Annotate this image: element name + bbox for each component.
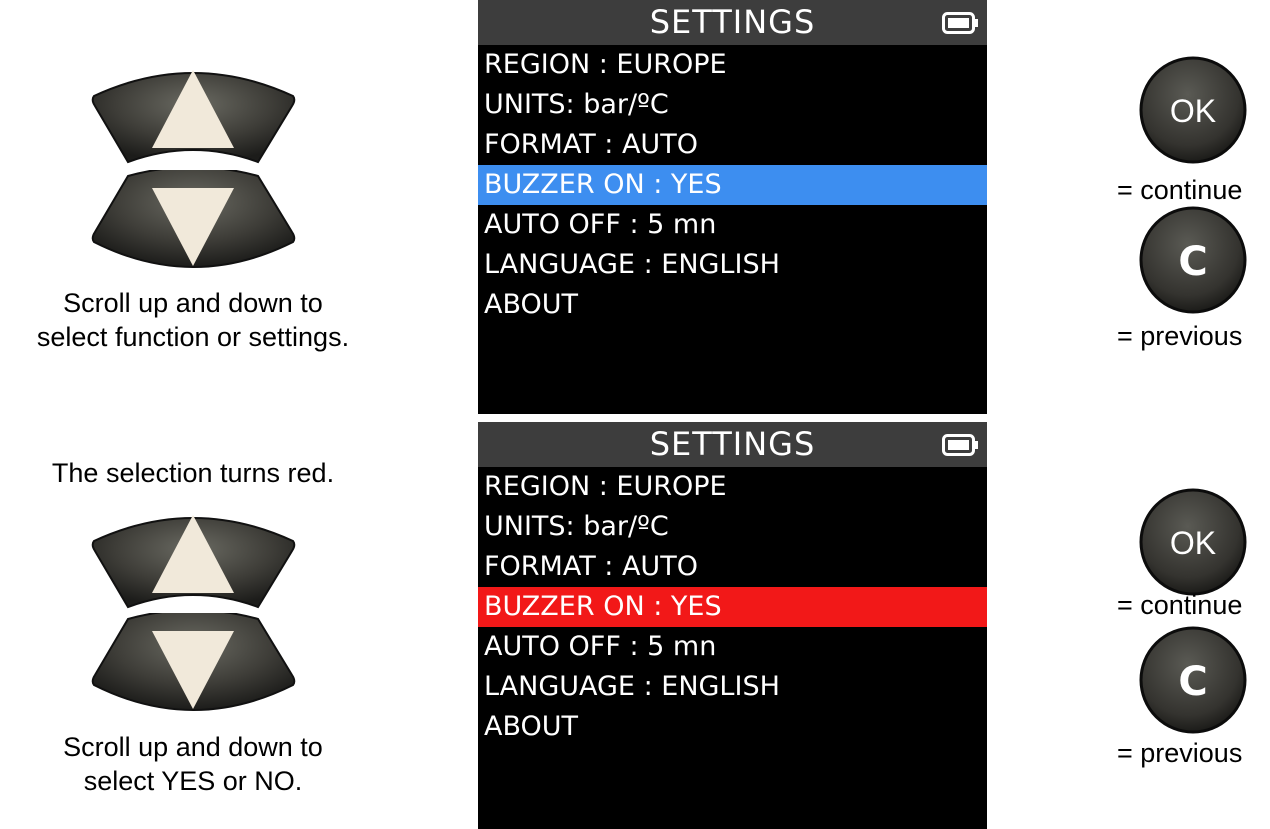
up-arrow-key-top[interactable] (86, 58, 301, 168)
ok-key-icon: OK (1139, 56, 1247, 164)
step1-caption: Scroll up and down to select function or… (0, 286, 386, 354)
up-arrow-key-icon (91, 515, 296, 609)
menu-item[interactable]: LANGUAGE : ENGLISH (478, 245, 987, 285)
menu-item[interactable]: AUTO OFF : 5 mn (478, 205, 987, 245)
menu-item[interactable]: REGION : EUROPE (478, 45, 987, 85)
ok-key-icon: OK (1139, 488, 1247, 596)
menu-item[interactable]: UNITS: bar/ºC (478, 507, 987, 547)
down-arrow-key-bottom[interactable] (86, 613, 301, 725)
previous-label-top: = previous (1117, 321, 1243, 351)
battery-full-icon (942, 12, 978, 34)
previous-label-bottom: = previous (1117, 738, 1243, 768)
screen-title: SETTINGS (649, 425, 816, 463)
c-key-icon: C (1139, 206, 1247, 314)
menu-item[interactable]: ABOUT (478, 707, 987, 747)
svg-text:OK: OK (1170, 93, 1216, 129)
menu-item-selected[interactable]: BUZZER ON : YES (478, 587, 987, 627)
c-key-icon: C (1139, 626, 1247, 734)
down-arrow-key-icon (91, 613, 296, 711)
menu-item[interactable]: LANGUAGE : ENGLISH (478, 667, 987, 707)
ok-key-top[interactable]: OK (1138, 55, 1248, 165)
continue-label-bottom: = continue (1117, 590, 1243, 620)
step2-caption-line1: Scroll up and down to (63, 732, 323, 762)
step1-caption-line1: Scroll up and down to (63, 288, 323, 318)
down-arrow-key-icon (91, 170, 296, 268)
svg-text:OK: OK (1170, 525, 1216, 561)
ok-key-bottom[interactable]: OK (1138, 487, 1248, 597)
settings-menu: REGION : EUROPE UNITS: bar/ºC FORMAT : AUT… (478, 45, 987, 325)
menu-item[interactable]: UNITS: bar/ºC (478, 85, 987, 125)
step1-caption-line2: select function or settings. (36, 322, 350, 352)
menu-item[interactable]: FORMAT : AUTO (478, 125, 987, 165)
menu-item[interactable]: ABOUT (478, 285, 987, 325)
settings-screen-bottom: SETTINGS REGION : EUROPE UNITS: bar/ºC FOR… (478, 422, 987, 829)
screen-title: SETTINGS (649, 3, 816, 41)
menu-item[interactable]: AUTO OFF : 5 mn (478, 627, 987, 667)
menu-item[interactable]: REGION : EUROPE (478, 467, 987, 507)
settings-menu: REGION : EUROPE UNITS: bar/ºC FORMAT : AUT… (478, 467, 987, 747)
continue-label-top: = continue (1117, 175, 1243, 205)
up-arrow-key-bottom[interactable] (86, 503, 301, 613)
menu-item[interactable]: FORMAT : AUTO (478, 547, 987, 587)
step2-caption-line2: select YES or NO. (83, 766, 303, 796)
screen-title-bar: SETTINGS (478, 422, 987, 467)
c-key-bottom[interactable]: C (1138, 625, 1248, 735)
menu-item-selected[interactable]: BUZZER ON : YES (478, 165, 987, 205)
settings-screen-top: SETTINGS REGION : EUROPE UNITS: bar/ºC FOR… (478, 0, 987, 414)
up-arrow-key-icon (91, 70, 296, 164)
battery-full-icon (942, 434, 978, 456)
down-arrow-key-top[interactable] (86, 170, 301, 282)
svg-text:C: C (1178, 659, 1207, 705)
step2-caption: Scroll up and down to select YES or NO. (0, 730, 386, 798)
step2-intro: The selection turns red. (51, 458, 335, 488)
screen-title-bar: SETTINGS (478, 0, 987, 45)
c-key-top[interactable]: C (1138, 205, 1248, 315)
svg-text:C: C (1178, 239, 1207, 285)
